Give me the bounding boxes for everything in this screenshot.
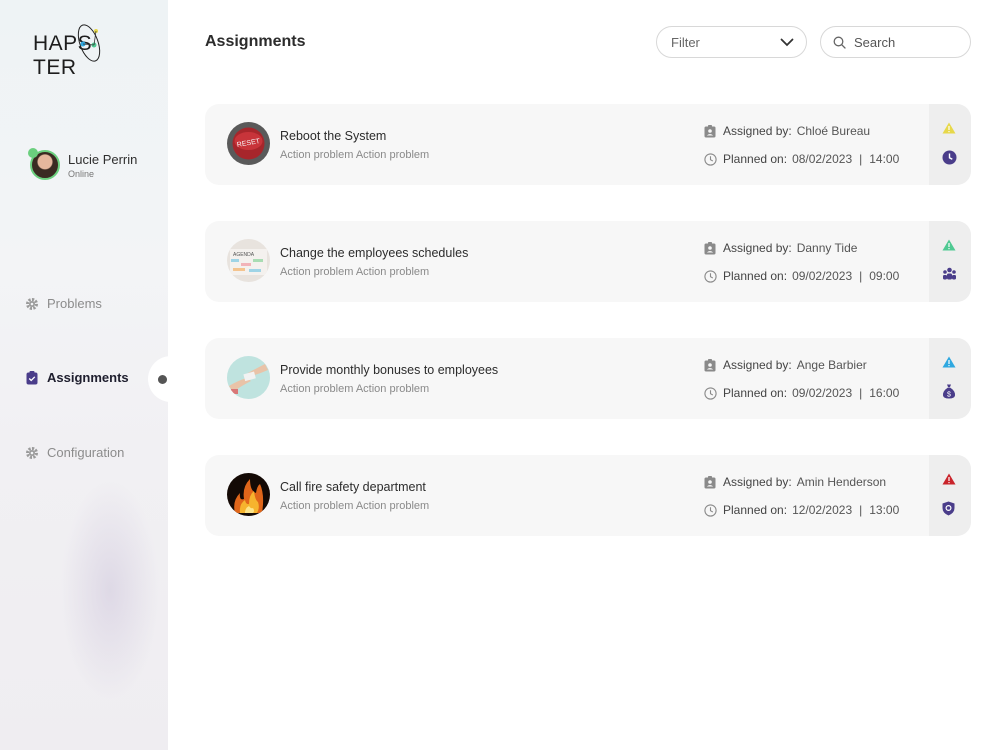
assignment-status-panel: $ xyxy=(929,338,971,419)
separator: | xyxy=(859,503,863,517)
assignment-thumbnail: AGENDA xyxy=(227,239,270,282)
assignment-thumbnail: RESET xyxy=(227,122,270,165)
assigned-by-name: Amin Henderson xyxy=(796,475,887,489)
assigned-by-label: Assigned by: xyxy=(723,358,792,372)
assignment-card[interactable]: AGENDA Change the employees schedules Ac… xyxy=(205,221,971,302)
assignment-card[interactable]: Provide monthly bonuses to employees Act… xyxy=(205,338,971,419)
filter-label: Filter xyxy=(671,34,700,50)
assignment-status-panel xyxy=(929,104,971,185)
clock-outline-icon xyxy=(703,269,717,283)
assignment-subtitle: Action problem Action problem xyxy=(280,149,430,161)
assigned-by-name: Danny Tide xyxy=(796,241,858,255)
page-title: Assignments xyxy=(205,33,306,50)
svg-text:AGENDA: AGENDA xyxy=(233,252,255,258)
planned-time: 14:00 xyxy=(869,152,900,166)
assigned-by-label: Assigned by: xyxy=(723,475,792,489)
separator: | xyxy=(859,269,863,283)
clipboard-check-icon xyxy=(25,370,39,385)
avatar xyxy=(28,148,60,180)
search-placeholder: Search xyxy=(854,34,896,50)
planned-on-row: Planned on: 12/02/2023 | 13:00 xyxy=(703,503,899,517)
assignment-title: Change the employees schedules xyxy=(280,246,469,260)
logo-orbit-icon xyxy=(77,24,101,62)
user-status: Online xyxy=(68,168,95,179)
sidebar-item-label: Configuration xyxy=(47,445,125,460)
planned-date: 08/02/2023 xyxy=(792,152,853,166)
assignment-title: Reboot the System xyxy=(280,129,387,143)
planned-date: 09/02/2023 xyxy=(792,386,853,400)
planned-on-row: Planned on: 09/02/2023 | 16:00 xyxy=(703,386,899,400)
planned-time: 13:00 xyxy=(869,503,900,517)
people-icon xyxy=(942,267,957,286)
clock-outline-icon xyxy=(703,386,717,400)
money-bag-icon: $ xyxy=(942,384,956,404)
planned-on-row: Planned on: 09/02/2023 | 09:00 xyxy=(703,269,899,283)
assignment-card[interactable]: RESET Reboot the System Action problem A… xyxy=(205,104,971,185)
assigned-by-name: Ange Barbier xyxy=(796,358,867,372)
assigned-by-row: Assigned by: Danny Tide xyxy=(703,241,857,255)
assignment-title: Provide monthly bonuses to employees xyxy=(280,363,499,377)
assignment-card[interactable]: Call fire safety department Action probl… xyxy=(205,455,971,536)
active-nav-indicator xyxy=(148,356,188,402)
chevron-down-icon xyxy=(780,35,794,50)
gear-icon xyxy=(25,297,39,311)
assigned-by-name: Chloé Bureau xyxy=(796,124,871,138)
logo-text-right: TER xyxy=(33,56,77,79)
id-badge-icon xyxy=(703,124,717,138)
planned-on-label: Planned on: xyxy=(723,386,788,400)
assigned-by-row: Assigned by: Ange Barbier xyxy=(703,358,867,372)
assignment-thumbnail xyxy=(227,356,270,399)
sidebar-item-assignments[interactable]: Assignments xyxy=(25,370,129,385)
search-input[interactable]: Search xyxy=(820,26,971,58)
id-badge-icon xyxy=(703,241,717,255)
assigned-by-row: Assigned by: Chloé Bureau xyxy=(703,124,870,138)
app-logo[interactable]: HAPSTER xyxy=(33,22,143,79)
assigned-by-row: Assigned by: Amin Henderson xyxy=(703,475,886,489)
assignment-status-panel xyxy=(929,455,971,536)
assignment-thumbnail xyxy=(227,473,270,516)
planned-date: 12/02/2023 xyxy=(792,503,853,517)
assignment-title: Call fire safety department xyxy=(280,480,426,494)
warning-triangle-icon xyxy=(942,472,956,490)
filter-dropdown[interactable]: Filter xyxy=(656,26,807,58)
search-icon xyxy=(833,36,846,49)
warning-triangle-icon xyxy=(942,121,956,139)
assignment-status-panel xyxy=(929,221,971,302)
clock-outline-icon xyxy=(703,152,717,166)
warning-triangle-icon xyxy=(942,355,956,373)
clock-icon xyxy=(942,150,957,170)
id-badge-icon xyxy=(703,475,717,489)
sidebar-item-label: Assignments xyxy=(47,370,129,385)
planned-time: 09:00 xyxy=(869,269,900,283)
separator: | xyxy=(859,152,863,166)
id-badge-icon xyxy=(703,358,717,372)
planned-date: 09/02/2023 xyxy=(792,269,853,283)
planned-on-label: Planned on: xyxy=(723,269,788,283)
planned-time: 16:00 xyxy=(869,386,900,400)
separator: | xyxy=(859,386,863,400)
user-profile[interactable]: Lucie Perrin Online xyxy=(28,148,138,180)
planned-on-label: Planned on: xyxy=(723,152,788,166)
clock-outline-icon xyxy=(703,503,717,517)
assignment-subtitle: Action problem Action problem xyxy=(280,266,430,278)
assignment-subtitle: Action problem Action problem xyxy=(280,500,430,512)
assigned-by-label: Assigned by: xyxy=(723,241,792,255)
assigned-by-label: Assigned by: xyxy=(723,124,792,138)
assignment-subtitle: Action problem Action problem xyxy=(280,383,430,395)
sidebar-item-label: Problems xyxy=(47,296,102,311)
sidebar-item-configuration[interactable]: Configuration xyxy=(25,445,124,460)
svg-text:$: $ xyxy=(947,391,951,398)
planned-on-row: Planned on: 08/02/2023 | 14:00 xyxy=(703,152,899,166)
online-indicator xyxy=(28,148,38,158)
sidebar: HAPSTER Lucie Perrin Online Problems Ass… xyxy=(0,0,168,750)
warning-triangle-icon xyxy=(942,238,956,256)
shield-icon xyxy=(942,501,955,521)
sidebar-item-problems[interactable]: Problems xyxy=(25,296,102,311)
user-name: Lucie Perrin xyxy=(68,151,138,167)
gear-icon xyxy=(25,446,39,460)
planned-on-label: Planned on: xyxy=(723,503,788,517)
